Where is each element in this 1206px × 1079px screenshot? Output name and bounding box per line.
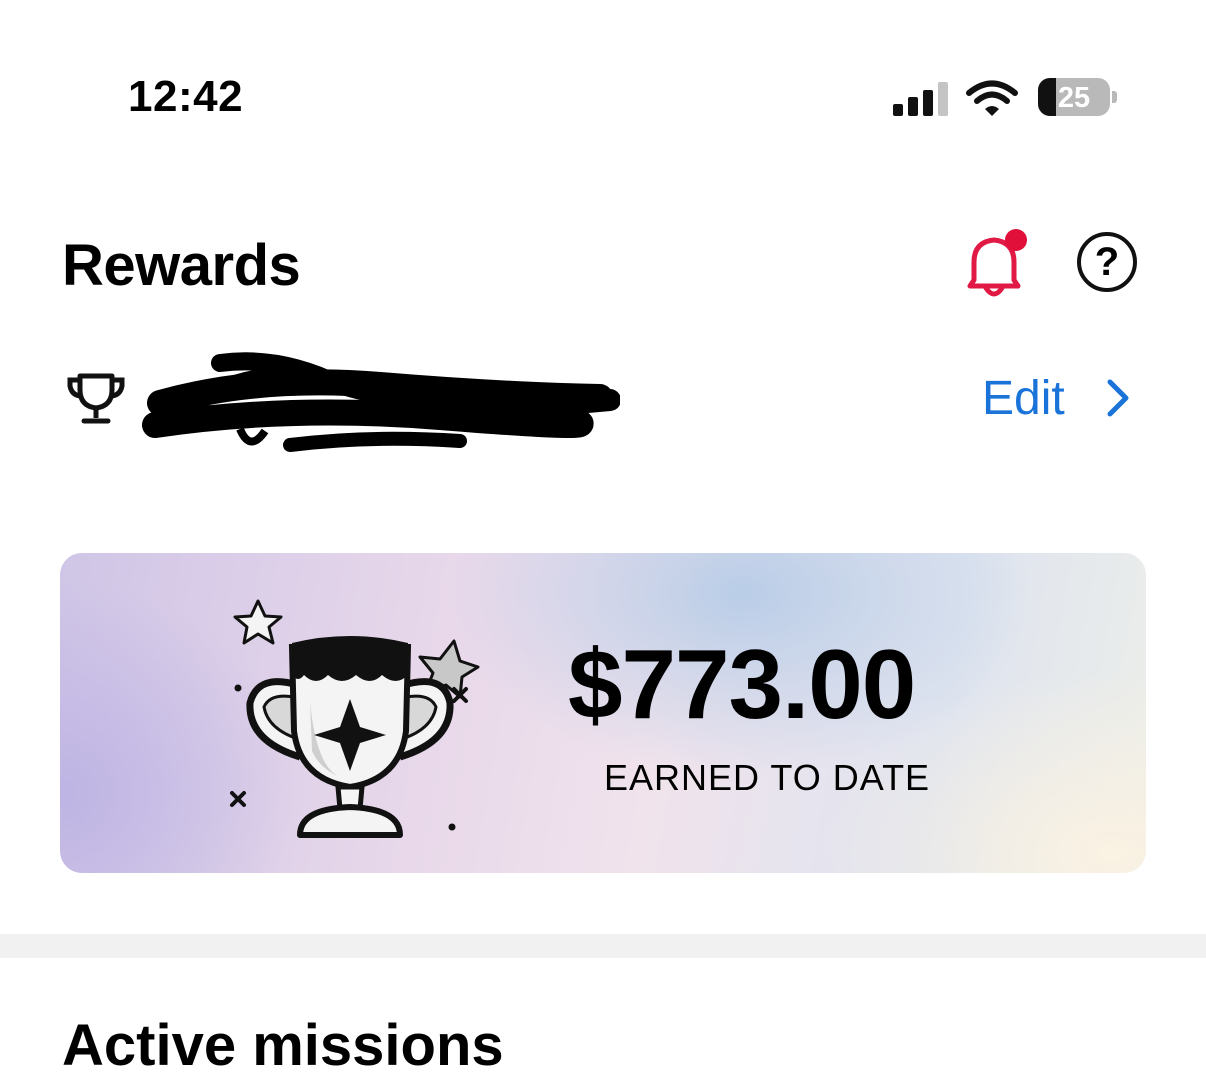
section-divider — [0, 934, 1206, 958]
question-circle-icon: ? — [1094, 240, 1120, 284]
bell-icon[interactable] — [956, 224, 1036, 304]
trophy-icon — [67, 373, 125, 424]
earned-label: EARNED TO DATE — [604, 757, 931, 798]
edit-button[interactable]: Edit — [982, 370, 1131, 426]
wifi-icon — [966, 80, 1018, 116]
cellular-signal-icon — [893, 82, 948, 116]
earnings-card[interactable]: $773.00 EARNED TO DATE — [60, 553, 1146, 873]
status-time: 12:42 — [128, 72, 244, 121]
redacted-username-scribble — [142, 352, 620, 452]
star-icon — [233, 599, 283, 645]
notification-badge — [1005, 229, 1027, 251]
page-title: Rewards — [62, 233, 301, 298]
earned-amount: $773.00 — [568, 629, 916, 739]
chevron-right-icon — [1107, 379, 1129, 417]
edit-label: Edit — [982, 371, 1065, 425]
battery-icon: 25 — [1038, 78, 1110, 116]
trophy-illustration — [230, 599, 480, 838]
help-button[interactable]: ? — [1077, 232, 1137, 292]
section-heading: Active missions — [62, 1013, 504, 1078]
battery-tip — [1112, 91, 1117, 103]
battery-percentage: 25 — [1057, 82, 1091, 114]
